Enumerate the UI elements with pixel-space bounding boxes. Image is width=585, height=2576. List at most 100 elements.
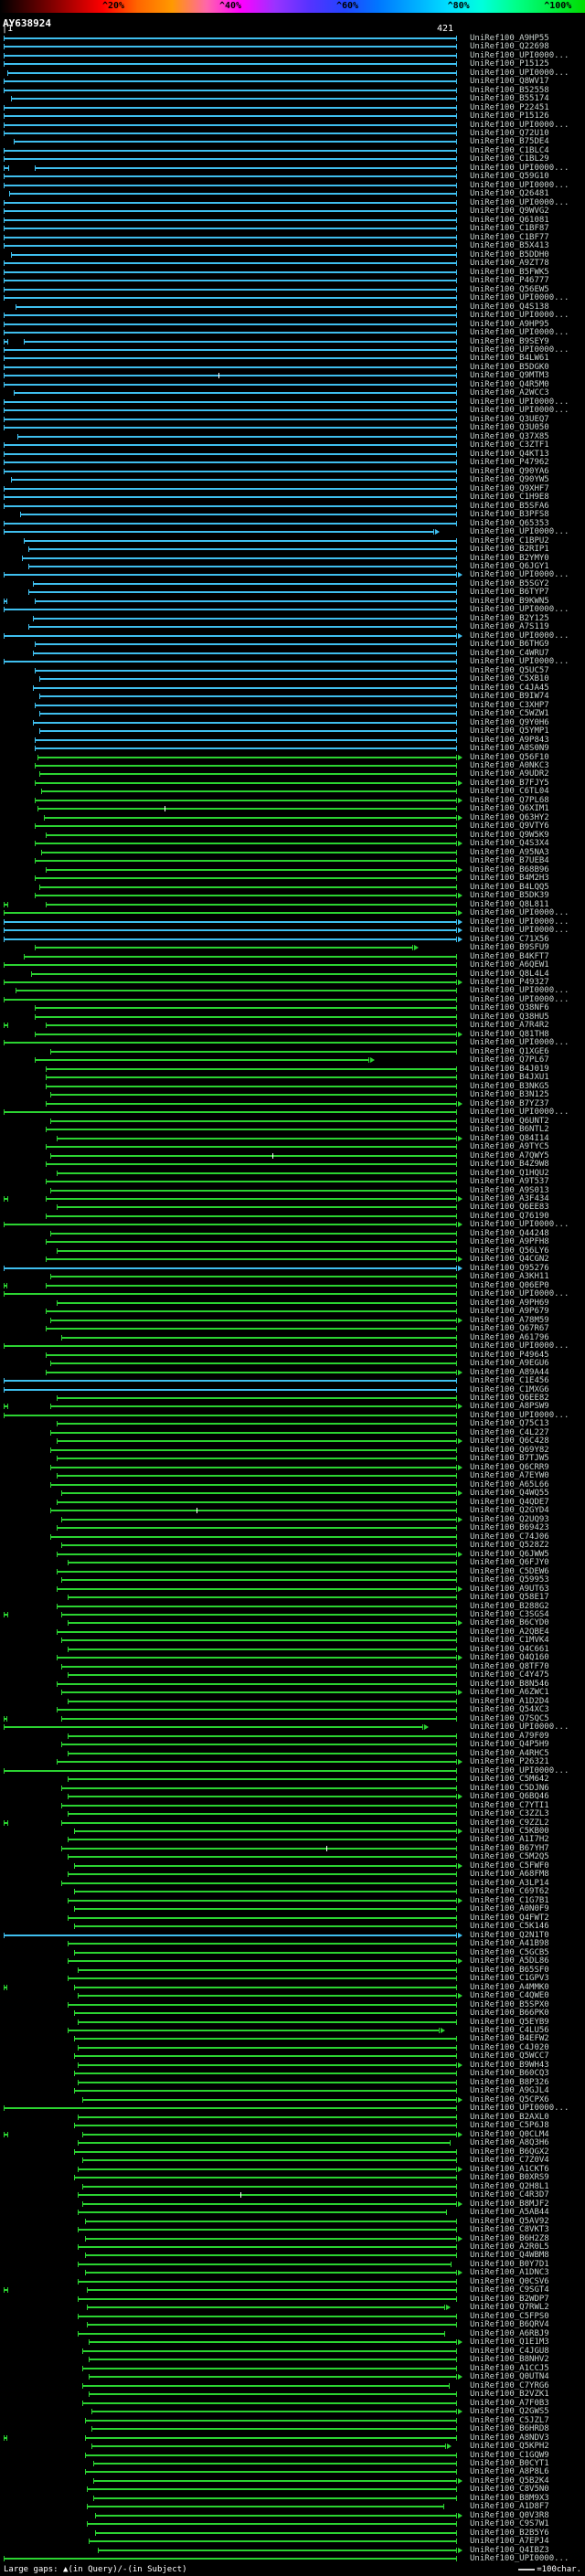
hit-bar[interactable] bbox=[46, 1309, 457, 1315]
hit-bar[interactable] bbox=[4, 901, 8, 907]
hit-bar[interactable] bbox=[56, 1603, 458, 1609]
hit-bar[interactable] bbox=[67, 1672, 458, 1679]
hit-bar[interactable] bbox=[93, 2477, 463, 2484]
hit-bar[interactable] bbox=[4, 131, 457, 136]
hit-bar[interactable] bbox=[56, 1135, 463, 1141]
hit-bar[interactable] bbox=[89, 2339, 463, 2346]
hit-bar[interactable] bbox=[78, 2140, 452, 2147]
hit-bar[interactable] bbox=[13, 139, 458, 145]
hit-bar[interactable] bbox=[67, 1646, 458, 1652]
hit-bar[interactable] bbox=[4, 199, 457, 206]
hit-bar[interactable] bbox=[4, 1291, 457, 1298]
hit-bar[interactable] bbox=[67, 1811, 458, 1818]
hit-bar[interactable] bbox=[56, 1551, 463, 1557]
hit-bar[interactable] bbox=[56, 1421, 458, 1427]
hit-bar[interactable] bbox=[78, 2079, 457, 2085]
hit-bar[interactable] bbox=[35, 598, 457, 604]
hit-bar[interactable] bbox=[78, 2062, 463, 2068]
hit-bar[interactable] bbox=[84, 2452, 458, 2458]
hit-bar[interactable] bbox=[4, 174, 457, 180]
hit-bar[interactable] bbox=[82, 2131, 463, 2137]
hit-bar[interactable] bbox=[4, 2131, 8, 2137]
hit-bar[interactable] bbox=[73, 2175, 458, 2181]
hit-bar[interactable] bbox=[15, 303, 457, 310]
hit-bar[interactable] bbox=[60, 1715, 458, 1722]
hit-bar[interactable] bbox=[24, 953, 457, 959]
hit-bar[interactable] bbox=[49, 1152, 458, 1159]
hit-bar[interactable] bbox=[4, 996, 457, 1002]
hit-bar[interactable] bbox=[35, 164, 457, 171]
hit-bar[interactable] bbox=[60, 1690, 463, 1696]
hit-bar[interactable] bbox=[67, 1976, 458, 1982]
hit-bar[interactable] bbox=[93, 2460, 457, 2466]
hit-bar[interactable] bbox=[60, 1542, 458, 1549]
hit-bar[interactable] bbox=[78, 2210, 448, 2216]
hit-bar[interactable] bbox=[4, 113, 457, 120]
hit-bar[interactable] bbox=[46, 1100, 463, 1107]
hit-bar[interactable] bbox=[89, 2357, 457, 2363]
hit-bar[interactable] bbox=[4, 1767, 457, 1774]
hit-bar[interactable] bbox=[4, 1378, 457, 1384]
hit-bar[interactable] bbox=[46, 1075, 457, 1081]
hit-bar[interactable] bbox=[60, 1742, 458, 1748]
hit-bar[interactable] bbox=[89, 2391, 457, 2398]
hit-bar[interactable] bbox=[49, 1447, 458, 1453]
hit-bar[interactable] bbox=[35, 641, 457, 648]
hit-bar[interactable] bbox=[15, 988, 457, 994]
hit-bar[interactable] bbox=[67, 1698, 458, 1704]
hit-bar[interactable] bbox=[4, 330, 457, 336]
hit-bar[interactable] bbox=[4, 234, 457, 240]
hit-bar[interactable] bbox=[78, 2295, 457, 2302]
hit-bar[interactable] bbox=[46, 1127, 457, 1133]
hit-bar[interactable] bbox=[49, 1317, 463, 1323]
hit-bar[interactable] bbox=[49, 1048, 458, 1055]
hit-bar[interactable] bbox=[56, 1170, 458, 1176]
hit-bar[interactable] bbox=[73, 2148, 458, 2155]
hit-bar[interactable] bbox=[4, 1611, 8, 1617]
hit-bar[interactable] bbox=[46, 1195, 463, 1202]
hit-bar[interactable] bbox=[4, 632, 463, 639]
hit-bar[interactable] bbox=[38, 676, 458, 683]
hit-bar[interactable] bbox=[4, 104, 457, 111]
hit-bar[interactable] bbox=[49, 1274, 458, 1280]
hit-bar[interactable] bbox=[60, 1880, 458, 1886]
hit-bar[interactable] bbox=[90, 2409, 463, 2415]
hit-bar[interactable] bbox=[46, 1352, 457, 1358]
hit-bar[interactable] bbox=[41, 789, 457, 795]
hit-bar[interactable] bbox=[84, 2253, 458, 2259]
hit-bar[interactable] bbox=[4, 962, 457, 969]
hit-bar[interactable] bbox=[86, 2521, 458, 2528]
hit-bar[interactable] bbox=[95, 2529, 457, 2536]
hit-bar[interactable] bbox=[32, 719, 458, 726]
hit-bar[interactable] bbox=[60, 1845, 458, 1851]
hit-bar[interactable] bbox=[4, 1282, 7, 1288]
hit-bar[interactable] bbox=[4, 278, 457, 284]
hit-bar[interactable] bbox=[4, 2434, 7, 2441]
hit-bar[interactable] bbox=[90, 2443, 452, 2450]
hit-bar[interactable] bbox=[4, 408, 457, 414]
hit-bar[interactable] bbox=[84, 2417, 458, 2423]
hit-bar[interactable] bbox=[17, 433, 457, 440]
hit-bar[interactable] bbox=[78, 2166, 463, 2172]
hit-bar[interactable] bbox=[60, 1516, 463, 1522]
hit-bar[interactable] bbox=[56, 1204, 458, 1211]
hit-bar[interactable] bbox=[46, 1144, 457, 1150]
hit-bar[interactable] bbox=[60, 1638, 458, 1644]
hit-bar[interactable] bbox=[60, 1819, 458, 1826]
hit-bar[interactable] bbox=[35, 737, 457, 743]
hit-bar[interactable] bbox=[97, 2547, 463, 2553]
hit-bar[interactable] bbox=[78, 2019, 457, 2025]
hit-bar[interactable] bbox=[4, 460, 457, 466]
hit-bar[interactable] bbox=[35, 746, 457, 752]
hit-bar[interactable] bbox=[4, 2105, 457, 2112]
hit-bar[interactable] bbox=[4, 346, 457, 353]
hit-bar[interactable] bbox=[28, 546, 457, 553]
hit-bar[interactable] bbox=[4, 910, 463, 917]
hit-bar[interactable] bbox=[49, 1118, 458, 1124]
hit-bar[interactable] bbox=[86, 2305, 451, 2311]
hit-bar[interactable] bbox=[56, 1456, 458, 1462]
hit-bar[interactable] bbox=[56, 1299, 458, 1306]
hit-bar[interactable] bbox=[11, 96, 457, 102]
hit-bar[interactable] bbox=[4, 1109, 457, 1116]
hit-bar[interactable] bbox=[4, 1265, 463, 1271]
